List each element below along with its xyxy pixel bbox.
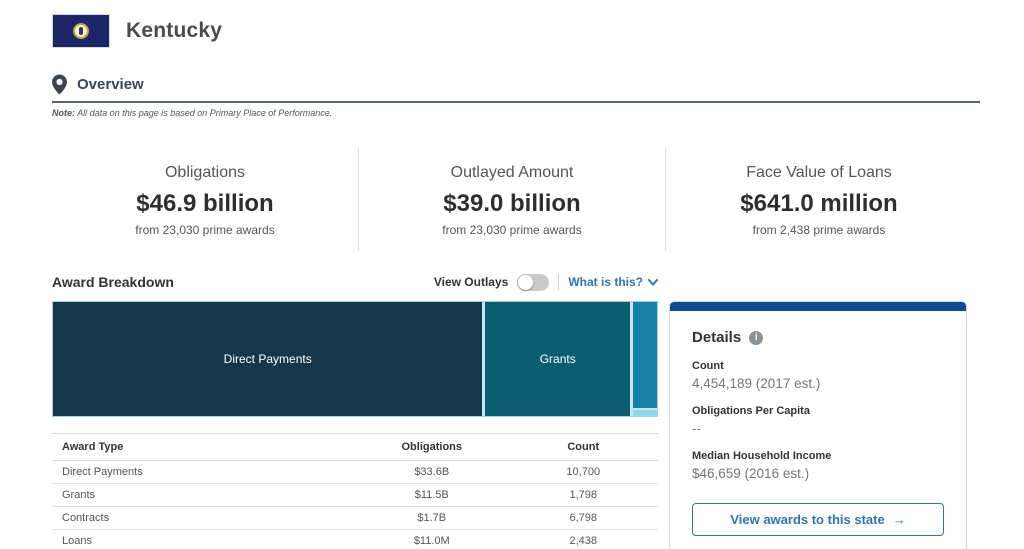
detail-field-obligations-per-capita: Obligations Per Capita -- (692, 405, 944, 436)
toggle-knob (518, 275, 533, 290)
view-outlays-toggle[interactable] (517, 274, 549, 291)
cell-obligations: $33.6B (355, 461, 507, 484)
stat-value: $641.0 million (676, 190, 962, 218)
field-value: $46,659 (2016 est.) (692, 466, 944, 481)
stat-value: $46.9 billion (62, 190, 348, 218)
treemap-segment-grants[interactable]: Grants (485, 302, 630, 416)
what-is-this-link[interactable]: What is this? (568, 275, 658, 289)
award-type-table: Award Type Obligations Count Direct Paym… (52, 433, 658, 549)
table-header-row: Award Type Obligations Count (52, 434, 658, 461)
cell-obligations: $1.7B (355, 507, 507, 530)
field-value: 4,454,189 (2017 est.) (692, 376, 944, 391)
cell-award-type: Contracts (52, 507, 355, 530)
view-outlays-label: View Outlays (434, 275, 508, 289)
kentucky-flag-image (52, 14, 110, 48)
totals-row: Obligations $46.9 billion from 23,030 pr… (52, 148, 972, 251)
stat-subtext: from 23,030 prime awards (369, 223, 655, 237)
stat-value: $39.0 billion (369, 190, 655, 218)
page-header: Kentucky (0, 0, 1024, 48)
treemap-segment-contracts-block[interactable] (633, 302, 657, 408)
field-value: -- (692, 421, 944, 436)
stat-subtext: from 23,030 prime awards (62, 223, 348, 237)
overview-heading: Overview (77, 76, 144, 93)
view-awards-button-label: View awards to this state (730, 512, 884, 527)
cell-obligations: $11.5B (355, 484, 507, 507)
location-pin-icon (52, 74, 67, 95)
arrow-right-icon: → (893, 512, 906, 527)
what-is-this-label: What is this? (568, 275, 643, 289)
controls-separator (558, 274, 559, 290)
award-breakdown-heading: Award Breakdown (52, 274, 174, 290)
cell-award-type: Loans (52, 530, 355, 549)
cell-count: 10,700 (507, 461, 659, 484)
overview-divider (52, 101, 980, 103)
award-breakdown-treemap: Direct Payments Grants (52, 301, 658, 417)
cell-award-type: Direct Payments (52, 461, 355, 484)
details-heading: Details (692, 329, 741, 346)
detail-field-count: Count 4,454,189 (2017 est.) (692, 360, 944, 391)
cell-count: 1,798 (507, 484, 659, 507)
stat-card-face-value-of-loans: Face Value of Loans $641.0 million from … (665, 148, 972, 251)
column-header-count: Count (507, 434, 659, 461)
cell-obligations: $11.0M (355, 530, 507, 549)
detail-field-median-household-income: Median Household Income $46,659 (2016 es… (692, 450, 944, 481)
column-header-award-type: Award Type (52, 434, 355, 461)
treemap-segment-small-awards-strip[interactable] (633, 410, 657, 416)
award-breakdown-section: Award Breakdown View Outlays What is thi… (52, 271, 1024, 549)
table-row: Direct Payments $33.6B 10,700 (52, 461, 658, 484)
state-profile-page: Kentucky Overview Note: All data on this… (0, 0, 1024, 549)
chevron-down-icon (648, 275, 658, 289)
treemap-segment-label: Grants (540, 352, 576, 366)
view-awards-button[interactable]: View awards to this state → (692, 503, 944, 536)
note-prefix: Note: (52, 108, 75, 118)
stat-card-obligations: Obligations $46.9 billion from 23,030 pr… (52, 148, 358, 251)
treemap-segment-contracts[interactable] (633, 302, 657, 416)
info-icon[interactable]: i (749, 331, 763, 345)
treemap-segment-label: Direct Payments (224, 352, 312, 366)
details-panel: Details i Count 4,454,189 (2017 est.) Ob… (669, 301, 967, 549)
table-row: Contracts $1.7B 6,798 (52, 507, 658, 530)
cell-count: 6,798 (507, 507, 659, 530)
stat-subtext: from 2,438 prime awards (676, 223, 962, 237)
overview-section: Overview Note: All data on this page is … (52, 74, 980, 118)
column-header-obligations: Obligations (355, 434, 507, 461)
note-text: All data on this page is based on Primar… (75, 108, 332, 118)
stat-label: Outlayed Amount (369, 164, 655, 182)
details-panel-accent-bar (670, 302, 966, 311)
treemap-segment-direct-payments[interactable]: Direct Payments (53, 302, 482, 416)
page-title: Kentucky (126, 19, 222, 43)
field-label: Median Household Income (692, 450, 944, 462)
cell-award-type: Grants (52, 484, 355, 507)
field-label: Count (692, 360, 944, 372)
data-note: Note: All data on this page is based on … (52, 108, 980, 118)
stat-label: Face Value of Loans (676, 164, 962, 182)
cell-count: 2,438 (507, 530, 659, 549)
table-row: Loans $11.0M 2,438 (52, 530, 658, 549)
field-label: Obligations Per Capita (692, 405, 944, 417)
flag-seal-icon (73, 23, 89, 39)
stat-label: Obligations (62, 164, 348, 182)
table-row: Grants $11.5B 1,798 (52, 484, 658, 507)
stat-card-outlayed-amount: Outlayed Amount $39.0 billion from 23,03… (358, 148, 665, 251)
